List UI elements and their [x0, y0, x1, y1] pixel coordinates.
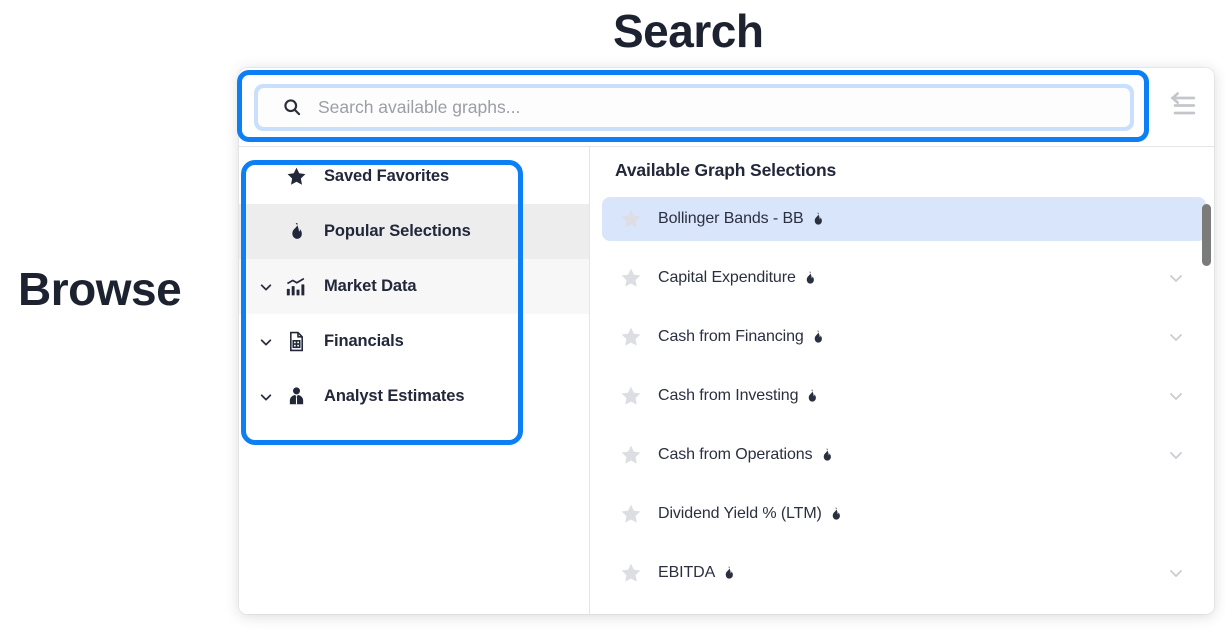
graph-list-item[interactable]: Cash from Investing — [602, 374, 1206, 418]
sidebar-item-label: Analyst Estimates — [324, 387, 465, 405]
bar-chart-icon — [281, 276, 311, 298]
graph-list-item[interactable]: EBITDA — [602, 551, 1206, 595]
chevron-down-icon[interactable] — [251, 280, 281, 294]
flame-icon — [802, 271, 817, 286]
sidebar-item-saved-favorites[interactable]: Saved Favorites — [239, 149, 589, 204]
flame-icon — [804, 389, 819, 404]
graph-list-scrollbar[interactable] — [1201, 147, 1211, 614]
annotation-label-search: Search — [613, 5, 764, 57]
graph-list: Bollinger Bands - BB Capital Expenditure — [590, 197, 1214, 614]
sidebar-item-popular-selections[interactable]: Popular Selections — [239, 204, 589, 259]
search-box[interactable] — [258, 87, 1130, 127]
star-icon[interactable] — [620, 562, 642, 584]
star-icon[interactable] — [620, 326, 642, 348]
chevron-down-icon[interactable] — [1168, 388, 1184, 404]
collapse-panel-button[interactable] — [1162, 90, 1202, 124]
flame-icon — [819, 448, 834, 463]
flame-icon — [281, 222, 311, 242]
analyst-icon — [281, 386, 311, 407]
graph-list-item[interactable]: Bollinger Bands - BB — [602, 197, 1206, 241]
chevron-down-icon[interactable] — [251, 390, 281, 404]
flame-icon — [721, 566, 736, 581]
panel-title: Available Graph Selections — [615, 160, 837, 180]
graph-list-item[interactable]: Cash from Financing — [602, 315, 1206, 359]
star-icon[interactable] — [620, 503, 642, 525]
available-graphs-panel: Available Graph Selections Bollinger Ban… — [590, 147, 1214, 614]
graph-list-item[interactable]: Capital Expenditure — [602, 256, 1206, 300]
star-icon[interactable] — [620, 208, 642, 230]
star-icon[interactable] — [620, 444, 642, 466]
search-input[interactable] — [318, 96, 1098, 118]
graph-list-item[interactable]: Cash from Operations — [602, 433, 1206, 477]
document-icon — [281, 331, 311, 352]
annotation-label-browse: Browse — [18, 263, 182, 315]
sidebar-item-market-data[interactable]: Market Data — [239, 259, 589, 314]
search-bar-row — [239, 68, 1214, 147]
chevron-down-icon[interactable] — [1168, 329, 1184, 345]
star-icon[interactable] — [620, 385, 642, 407]
chevron-down-icon[interactable] — [1168, 447, 1184, 463]
star-icon — [281, 166, 311, 187]
panel-body: Saved Favorites Popular Selections Marke… — [239, 147, 1214, 614]
graph-item-label: Cash from Financing — [658, 328, 804, 345]
sidebar-item-label: Saved Favorites — [324, 167, 450, 185]
chevron-down-icon[interactable] — [251, 335, 281, 349]
chevron-down-icon[interactable] — [1168, 270, 1184, 286]
graph-item-label: Dividend Yield % (LTM) — [658, 505, 822, 522]
sidebar-item-label: Popular Selections — [324, 222, 471, 240]
sidebar-item-financials[interactable]: Financials — [239, 314, 589, 369]
flame-icon — [810, 330, 825, 345]
sidebar-item-analyst-estimates[interactable]: Analyst Estimates — [239, 369, 589, 424]
sidebar-item-label: Financials — [324, 332, 404, 350]
graph-item-label: Cash from Operations — [658, 446, 813, 463]
graph-item-label: Cash from Investing — [658, 387, 799, 404]
chevron-down-icon[interactable] — [1168, 565, 1184, 581]
sidebar-item-label: Market Data — [324, 277, 417, 295]
star-icon[interactable] — [620, 267, 642, 289]
graph-list-item[interactable]: Dividend Yield % (LTM) — [602, 492, 1206, 536]
graph-item-label: EBITDA — [658, 564, 716, 581]
browse-sidebar: Saved Favorites Popular Selections Marke… — [239, 147, 590, 614]
graph-item-label: Bollinger Bands - BB — [658, 210, 804, 227]
search-icon — [282, 97, 302, 117]
flame-icon — [828, 507, 843, 522]
search-field-wrapper — [254, 83, 1134, 131]
graph-item-label: Capital Expenditure — [658, 269, 796, 286]
collapse-panel-icon — [1167, 91, 1197, 123]
flame-icon — [810, 212, 825, 227]
graph-selector-panel: Saved Favorites Popular Selections — [239, 68, 1214, 614]
scrollbar-thumb[interactable] — [1202, 204, 1211, 266]
